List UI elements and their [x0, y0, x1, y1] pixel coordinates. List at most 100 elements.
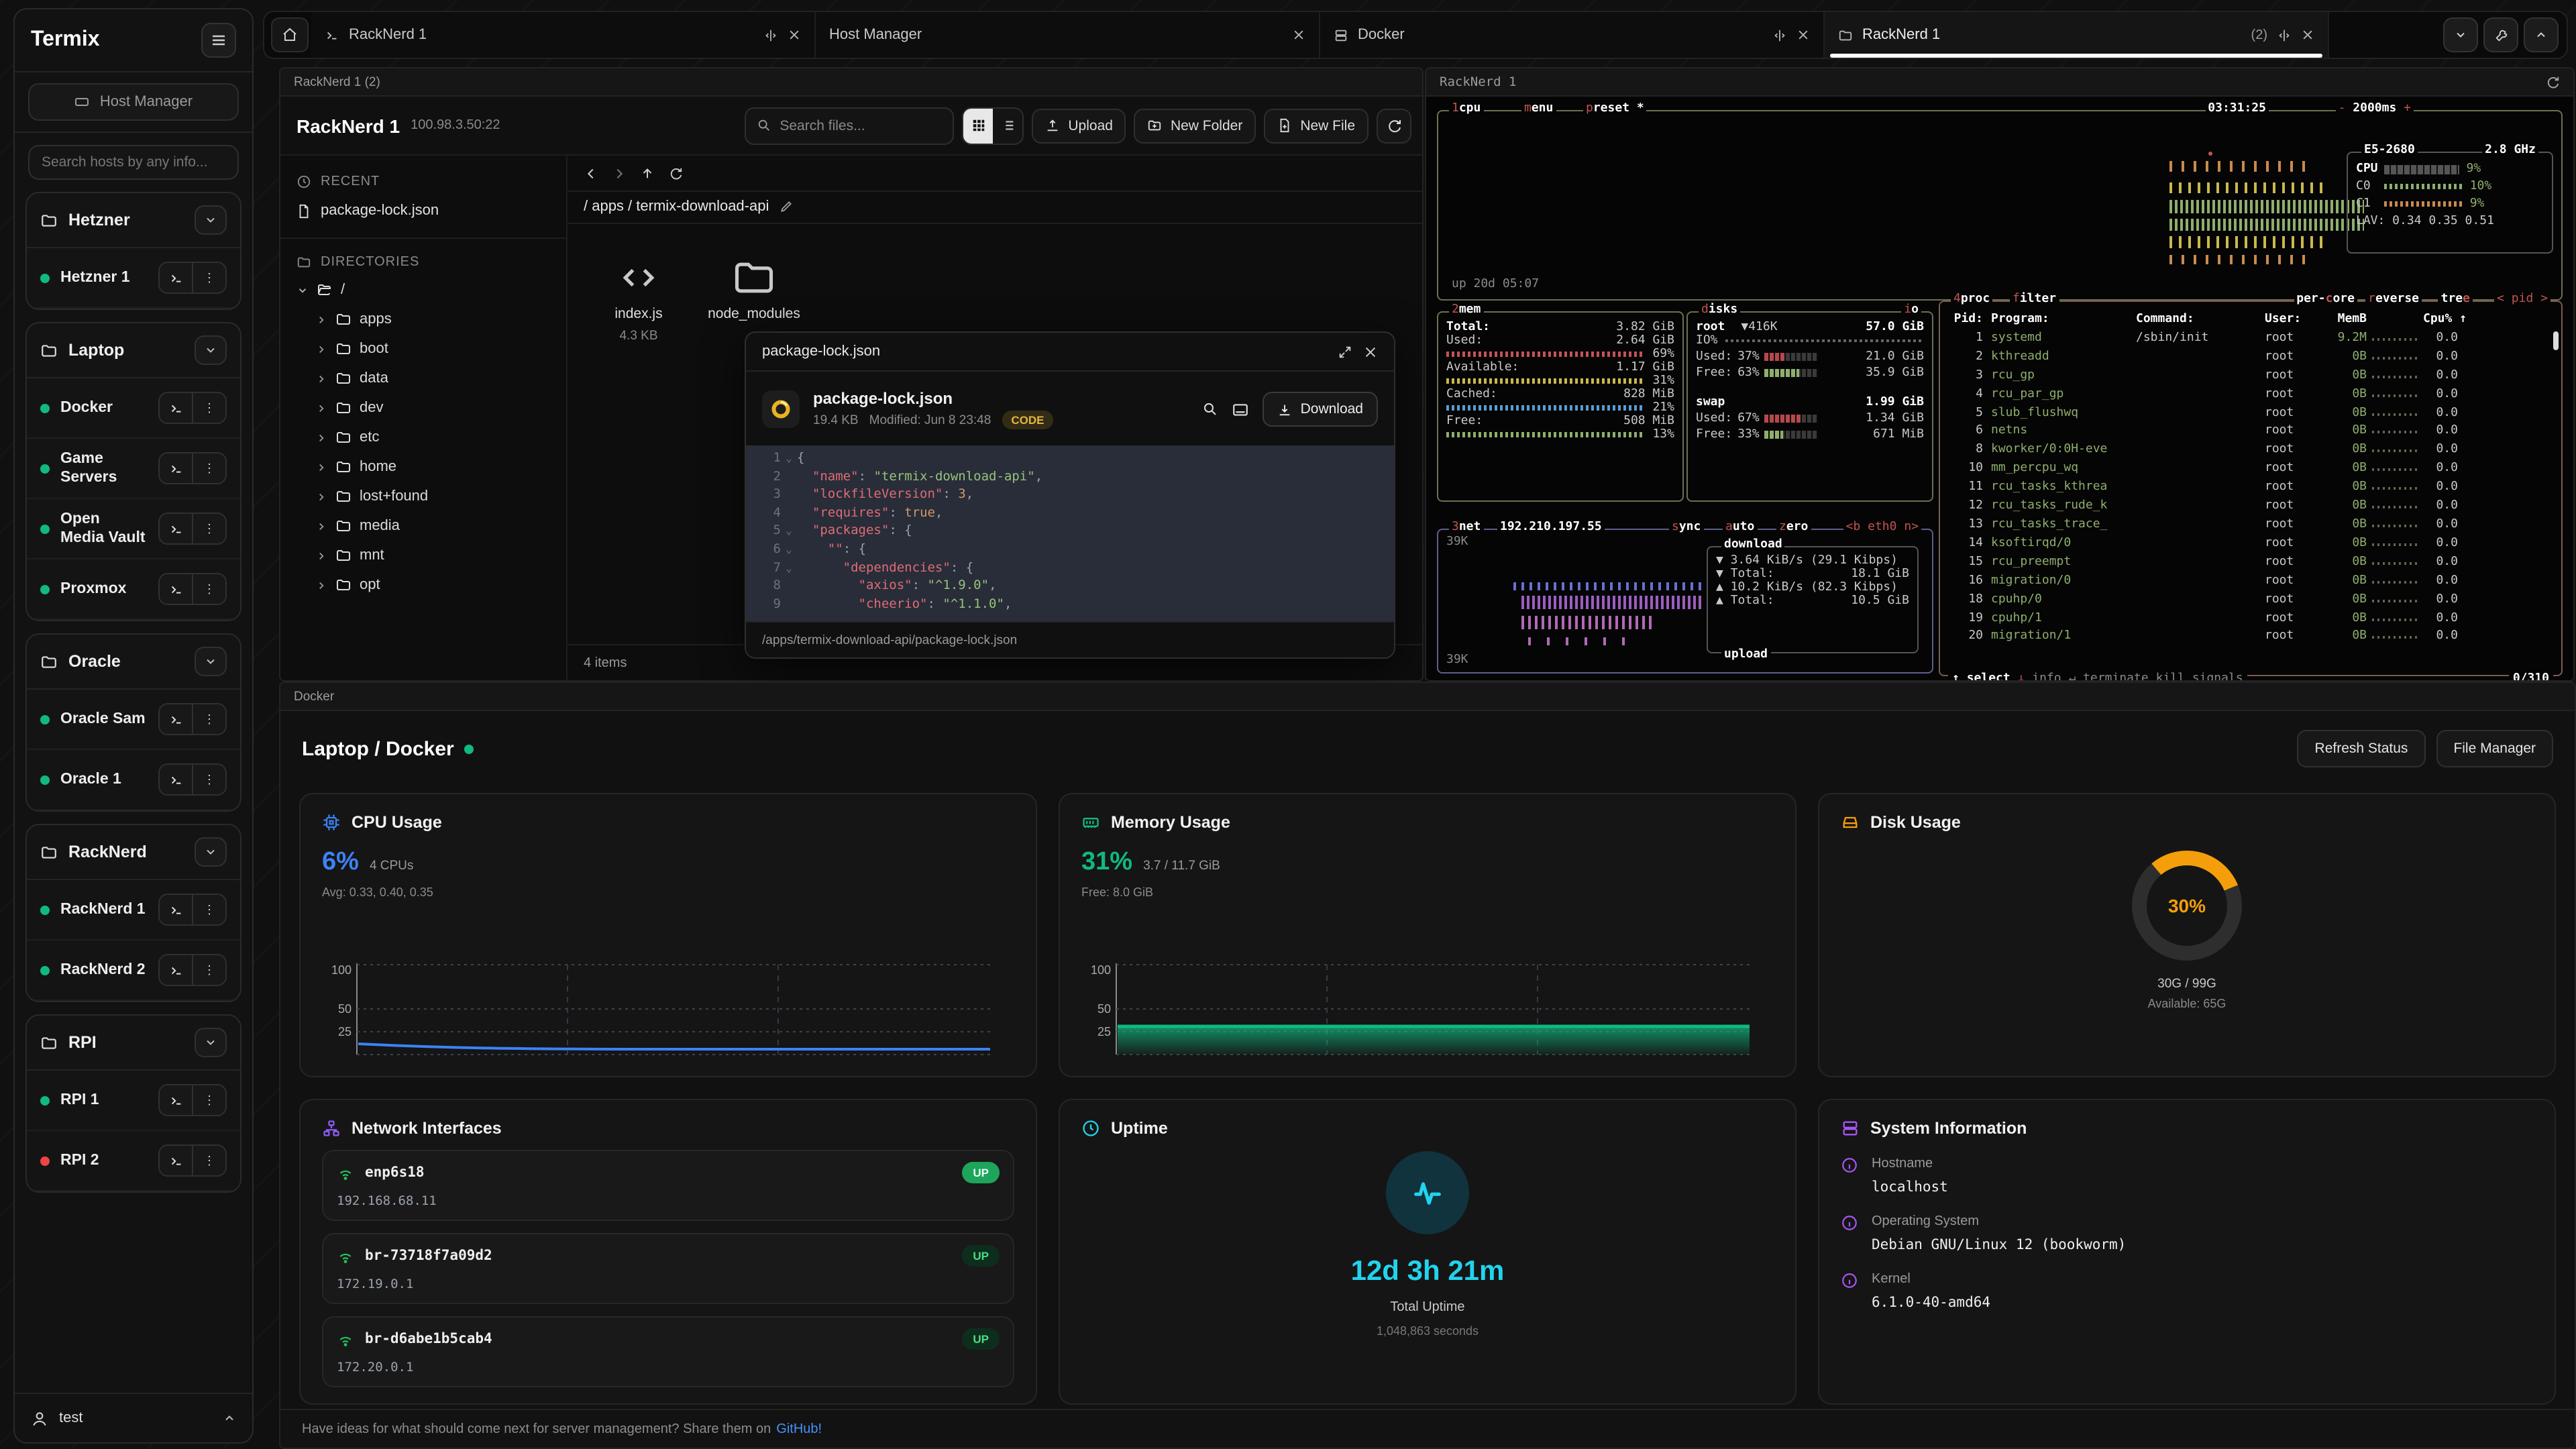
split-pane-icon[interactable] — [2277, 28, 2292, 42]
close-icon[interactable] — [2301, 28, 2314, 42]
process-row[interactable]: 12 rcu_tasks_rude_k root 0B 0.0 — [1940, 498, 2561, 517]
btop-percore[interactable]: per-core — [2296, 292, 2355, 306]
tree-folder-row[interactable]: lost+found — [280, 482, 566, 511]
up-icon[interactable] — [640, 166, 655, 180]
process-row[interactable]: 16 migration/0 root 0B 0.0 — [1940, 572, 2561, 591]
host-row[interactable]: Open Media Vault ⋮ — [27, 499, 240, 559]
tree-folder-row[interactable]: media — [280, 511, 566, 541]
host-row[interactable]: Game Servers ⋮ — [27, 439, 240, 499]
btop-info[interactable]: info — [2032, 672, 2061, 682]
interface-row[interactable]: br-d6abe1b5cab4 UP 172.20.0.1 — [322, 1316, 1014, 1387]
open-terminal-button[interactable] — [160, 1146, 192, 1175]
open-terminal-button[interactable] — [160, 955, 192, 985]
host-menu-button[interactable]: ⋮ — [192, 574, 225, 604]
process-row[interactable]: 4 rcu_par_gp root 0B 0.0 — [1940, 386, 2561, 405]
tree-folder-row[interactable]: dev — [280, 393, 566, 423]
group-collapse-button[interactable] — [195, 205, 227, 235]
open-terminal-button[interactable] — [160, 393, 192, 423]
btop-preset[interactable]: reset * — [1593, 102, 1644, 115]
process-row[interactable]: 10 mm_percpu_wq root 0B 0.0 — [1940, 461, 2561, 480]
code-viewer[interactable]: 1⌄{ 2 "name": "termix-download-api", 3 "… — [746, 445, 1394, 623]
btop-terminate[interactable]: terminate — [2083, 672, 2149, 682]
host-menu-button[interactable]: ⋮ — [192, 1146, 225, 1175]
chevron-right-icon[interactable] — [315, 490, 327, 502]
btop-auto[interactable]: uto — [1733, 521, 1755, 534]
open-terminal-button[interactable] — [160, 765, 192, 794]
btop-sync[interactable]: ync — [1679, 521, 1701, 534]
host-row[interactable]: Hetzner 1 ⋮ — [27, 248, 240, 309]
host-menu-button[interactable]: ⋮ — [192, 1085, 225, 1115]
open-terminal-button[interactable] — [160, 514, 192, 543]
search-files-input[interactable]: Search files... — [745, 107, 954, 144]
host-row[interactable]: Docker ⋮ — [27, 378, 240, 439]
fold-icon[interactable]: ⌄ — [781, 449, 797, 468]
chevron-right-icon[interactable] — [315, 402, 327, 414]
open-terminal-button[interactable] — [160, 704, 192, 734]
process-row[interactable]: 13 rcu_tasks_trace_ root 0B 0.0 — [1940, 517, 2561, 535]
process-row[interactable]: 8 kworker/0:0H-eve root 0B 0.0 — [1940, 442, 2561, 461]
group-header[interactable]: RPI — [27, 1016, 240, 1071]
interface-row[interactable]: br-73718f7a09d2 UP 172.19.0.1 — [322, 1233, 1014, 1304]
group-header[interactable]: Laptop — [27, 323, 240, 378]
group-header[interactable]: Hetzner — [27, 193, 240, 248]
chevron-right-icon[interactable] — [315, 579, 327, 591]
group-collapse-button[interactable] — [195, 1028, 227, 1057]
close-icon[interactable] — [1363, 344, 1378, 359]
group-collapse-button[interactable] — [195, 335, 227, 365]
group-header[interactable]: RackNerd — [27, 825, 240, 880]
chevron-right-icon[interactable] — [315, 372, 327, 384]
terminal-panel[interactable]: RackNerd 1 1cpu menu preset * 03:31:25 -… — [1425, 67, 2575, 682]
fold-icon[interactable]: ⌄ — [781, 541, 797, 559]
search-icon[interactable] — [1203, 401, 1219, 417]
tab-racknerd1-files[interactable]: RackNerd 1 (2) — [1825, 12, 2329, 58]
edit-path-icon[interactable] — [780, 200, 793, 213]
close-icon[interactable] — [1796, 28, 1810, 42]
chevron-right-icon[interactable] — [315, 520, 327, 532]
process-row[interactable]: 3 rcu_gp root 0B 0.0 — [1940, 367, 2561, 386]
group-header[interactable]: Oracle — [27, 635, 240, 690]
list-view-button[interactable] — [993, 108, 1022, 143]
refresh-status-button[interactable]: Refresh Status — [2298, 730, 2426, 767]
scroll-up-button[interactable] — [2524, 17, 2559, 52]
tree-folder-row[interactable]: etc — [280, 423, 566, 452]
btop-terminal[interactable]: 1cpu menu preset * 03:31:25 - 2000ms + u… — [1426, 97, 2573, 680]
open-terminal-button[interactable] — [160, 263, 192, 292]
chevron-right-icon[interactable] — [315, 461, 327, 473]
refresh-icon[interactable] — [668, 166, 683, 180]
process-row[interactable]: 2 kthreadd root 0B 0.0 — [1940, 349, 2561, 368]
tree-folder-row[interactable]: mnt — [280, 541, 566, 570]
close-icon[interactable] — [788, 28, 801, 42]
host-menu-button[interactable]: ⋮ — [192, 263, 225, 292]
group-collapse-button[interactable] — [195, 647, 227, 676]
github-link[interactable]: GitHub! — [776, 1421, 822, 1436]
host-manager-button[interactable]: Host Manager — [28, 83, 239, 121]
process-row[interactable]: 11 rcu_tasks_kthrea root 0B 0.0 — [1940, 479, 2561, 498]
btop-iface-switch[interactable]: <b eth0 n> — [1846, 521, 1919, 534]
chevron-right-icon[interactable] — [315, 431, 327, 443]
process-row[interactable]: 20 migration/1 root 0B 0.0 — [1940, 629, 2561, 647]
host-menu-button[interactable]: ⋮ — [192, 704, 225, 734]
host-menu-button[interactable]: ⋮ — [192, 453, 225, 483]
tree-root-row[interactable]: / — [280, 275, 566, 305]
tree-folder-row[interactable]: opt — [280, 570, 566, 600]
grid-view-button[interactable] — [963, 108, 993, 143]
btop-menu[interactable]: enu — [1532, 102, 1554, 115]
refresh-button[interactable] — [1377, 108, 1411, 143]
btop-filter[interactable]: ilter — [2020, 292, 2056, 306]
host-menu-button[interactable]: ⋮ — [192, 765, 225, 794]
btop-select[interactable]: select — [1967, 672, 2010, 682]
host-row[interactable]: RackNerd 2 ⋮ — [27, 941, 240, 1001]
tree-folder-row[interactable]: data — [280, 364, 566, 393]
open-terminal-button[interactable] — [160, 453, 192, 483]
host-row[interactable]: Proxmox ⋮ — [27, 559, 240, 620]
host-menu-button[interactable]: ⋮ — [192, 393, 225, 423]
btop-reverse[interactable]: everse — [2375, 292, 2419, 306]
tree-folder-row[interactable]: boot — [280, 334, 566, 364]
chevron-right-icon[interactable] — [315, 313, 327, 325]
tabs-dropdown-button[interactable] — [2443, 17, 2478, 52]
btop-tree[interactable]: tree — [2441, 292, 2470, 306]
host-row[interactable]: Oracle 1 ⋮ — [27, 750, 240, 810]
home-button[interactable] — [271, 17, 309, 52]
expand-icon[interactable] — [1338, 344, 1352, 359]
fold-icon[interactable]: ⌄ — [781, 523, 797, 541]
